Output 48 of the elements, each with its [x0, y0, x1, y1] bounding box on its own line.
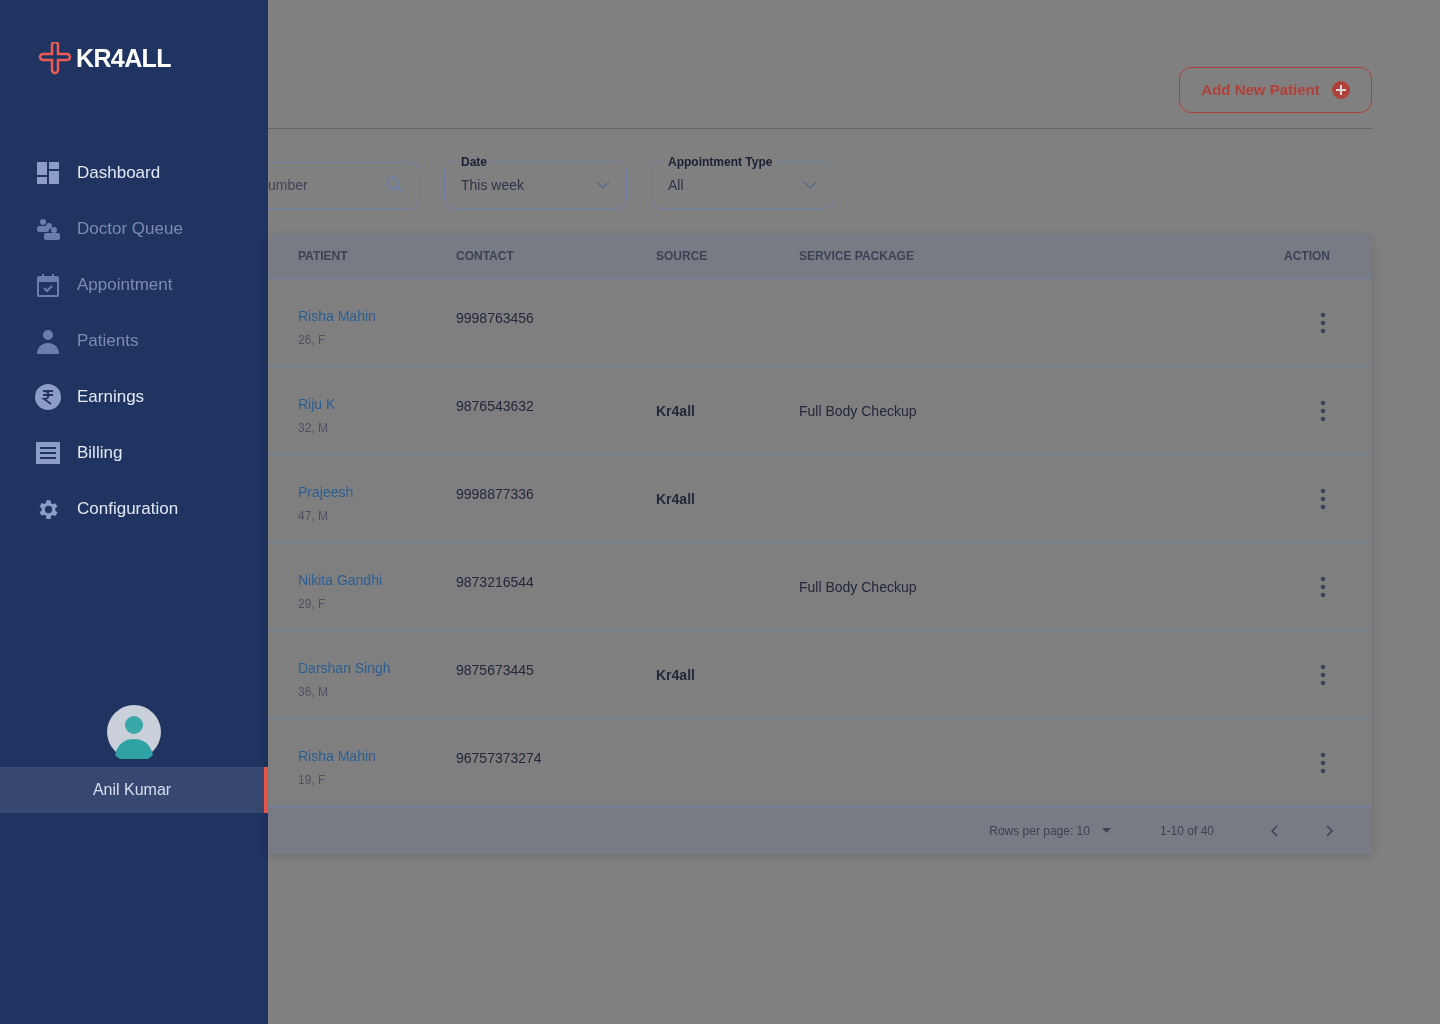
- people-icon: [35, 218, 60, 240]
- dashboard-icon: [35, 161, 60, 185]
- column-header: SERVICE PACKAGE: [799, 248, 915, 265]
- more-icon[interactable]: [1320, 487, 1326, 510]
- receipt-icon: [35, 441, 60, 465]
- page-range: 1-10 of 40: [1159, 822, 1214, 840]
- more-icon[interactable]: [1320, 399, 1326, 422]
- next-icon[interactable]: [1326, 824, 1334, 837]
- rows-per-page[interactable]: Rows per page: 10: [989, 821, 1090, 840]
- search-field[interactable]: umber: [268, 161, 420, 209]
- contact-cell: 9998877336: [456, 486, 534, 502]
- source-cell: Kr4all: [656, 402, 695, 419]
- source-cell: Kr4all: [656, 666, 695, 683]
- field-value: This week: [461, 175, 525, 195]
- field-value: All: [668, 175, 684, 195]
- contact-cell: 9873216544: [456, 574, 534, 590]
- more-icon[interactable]: [1320, 575, 1326, 598]
- avatar: [107, 705, 161, 759]
- contact-cell: 96757373274: [456, 750, 542, 766]
- contact-cell: 9998763456: [456, 310, 534, 326]
- chevron-down-icon: [803, 181, 817, 189]
- column-header: SOURCE: [656, 248, 709, 265]
- more-icon[interactable]: [1320, 663, 1326, 686]
- rupee-icon: [34, 384, 61, 410]
- column-header: PATIENT: [298, 248, 349, 265]
- nav-item[interactable]: Configuration: [0, 481, 268, 537]
- package-cell: Full Body Checkup: [799, 402, 917, 419]
- brand-name: KR4ALL: [76, 43, 171, 75]
- person-icon: [35, 328, 60, 354]
- more-icon[interactable]: [1320, 751, 1326, 774]
- caret-icon[interactable]: [1101, 828, 1111, 833]
- chevron-down-icon: [596, 181, 610, 189]
- source-cell: Kr4all: [656, 490, 695, 507]
- package-cell: Full Body Checkup: [799, 578, 917, 595]
- calendar-icon: [35, 273, 60, 297]
- nav-item[interactable]: Dashboard: [0, 145, 268, 201]
- nav-item[interactable]: Earnings: [0, 369, 268, 425]
- logo-icon: [38, 42, 72, 76]
- user-item[interactable]: Anil Kumar: [0, 767, 268, 813]
- more-icon[interactable]: [1320, 311, 1326, 334]
- column-header: CONTACT: [456, 248, 515, 265]
- nav-item[interactable]: Billing: [0, 425, 268, 481]
- contact-cell: 9875673445: [456, 662, 534, 678]
- search-icon: [386, 175, 404, 194]
- previous-icon[interactable]: [1270, 824, 1278, 837]
- column-header: ACTION: [1284, 248, 1331, 265]
- contact-cell: 9876543632: [456, 398, 534, 414]
- plus-icon: [1331, 81, 1350, 99]
